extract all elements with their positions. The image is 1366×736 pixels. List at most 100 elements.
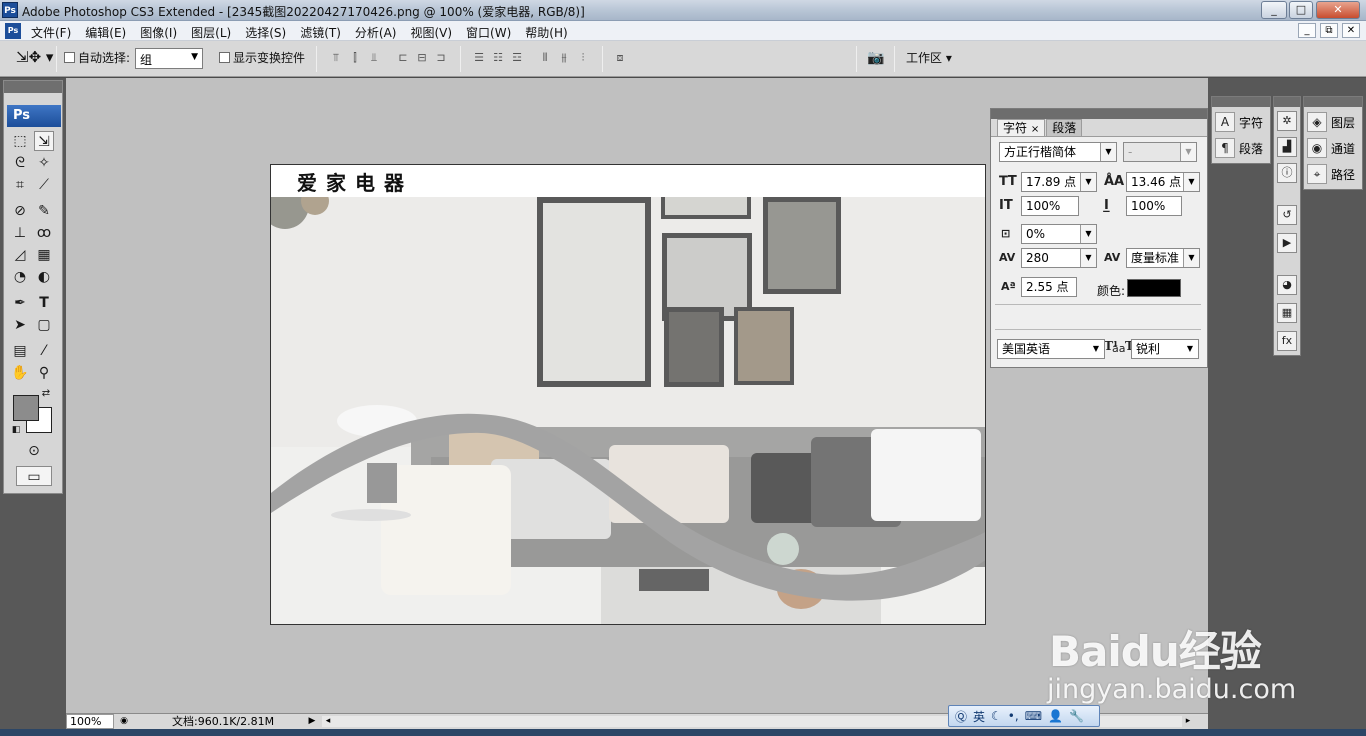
info-icon[interactable]: ⓘ — [1277, 163, 1297, 183]
bridge-icon[interactable]: 📷 — [864, 51, 888, 65]
keyboard-icon[interactable]: ⌨ — [1025, 709, 1042, 723]
auto-select-checkbox[interactable] — [64, 52, 75, 63]
align-hcenter-icon[interactable]: ⊟ — [415, 51, 429, 65]
history-icon[interactable]: ↺ — [1277, 205, 1297, 225]
move-tool-icon[interactable]: ⇲ — [34, 131, 54, 151]
document-canvas[interactable]: 爱家电器 — [270, 164, 986, 625]
shape-tool-icon[interactable]: ▢ — [34, 315, 54, 335]
dodge-tool-icon[interactable]: ◐ — [34, 267, 54, 287]
blur-tool-icon[interactable]: ◔ — [10, 267, 30, 287]
toolbox-grip[interactable] — [4, 81, 62, 93]
dock-paragraph-item[interactable]: ¶ 段落 — [1215, 137, 1263, 159]
move-tool-preset-icon[interactable]: ⇲✥ ▾ — [16, 48, 53, 66]
dock-layers-item[interactable]: ◈ 图层 — [1307, 111, 1355, 133]
text-color-swatch[interactable] — [1127, 279, 1181, 297]
menu-layer[interactable]: 图层(L) — [184, 24, 238, 41]
lasso-tool-icon[interactable]: ᘓ — [10, 153, 30, 173]
user-icon[interactable]: 👤 — [1048, 709, 1063, 723]
path-selection-tool-icon[interactable]: ➤ — [10, 315, 30, 335]
doc-minimize-button[interactable]: _ — [1298, 23, 1316, 38]
zoom-level-field[interactable]: 100% — [66, 714, 114, 729]
menu-view[interactable]: 视图(V) — [403, 24, 459, 41]
tab-paragraph[interactable]: 段落 — [1046, 119, 1083, 136]
document-icon[interactable]: Ps — [5, 23, 21, 39]
gradient-tool-icon[interactable]: ▦ — [34, 245, 54, 265]
menu-image[interactable]: 图像(I) — [133, 24, 184, 41]
menu-analysis[interactable]: 分析(A) — [348, 24, 404, 41]
workspace-menu[interactable]: 工作区 ▾ — [906, 49, 952, 66]
histogram-icon[interactable]: ▟ — [1277, 137, 1297, 157]
antialias-dropdown[interactable]: 锐利 ▼ — [1131, 339, 1199, 359]
ime-mode-label[interactable]: 英 — [973, 708, 985, 725]
brush-tool-icon[interactable]: ✎ — [34, 201, 54, 221]
crop-tool-icon[interactable]: ⌗ — [10, 175, 30, 195]
eraser-tool-icon[interactable]: ◿ — [10, 245, 30, 265]
foreground-color-swatch-top[interactable] — [13, 395, 39, 421]
slice-tool-icon[interactable]: ⟋ — [34, 175, 54, 195]
ps-logo-badge[interactable]: Ps — [7, 105, 61, 127]
vertical-scale-field[interactable]: 100% — [1021, 196, 1079, 216]
auto-align-icon[interactable]: ⧈ — [613, 51, 627, 65]
zoom-tool-icon[interactable]: ⚲ — [34, 363, 54, 383]
distribute-top-icon[interactable]: ☰ — [472, 51, 486, 65]
moon-icon[interactable]: ☾ — [991, 709, 1002, 723]
scroll-left-icon[interactable]: ◂ — [322, 715, 334, 728]
close-tab-icon[interactable]: × — [1031, 124, 1039, 135]
screen-mode-icon[interactable]: ▭ — [16, 466, 52, 486]
color-icon[interactable]: ◕ — [1277, 275, 1297, 295]
styles-icon[interactable]: fx — [1277, 331, 1297, 351]
type-tool-icon[interactable]: T — [34, 293, 54, 313]
dock-paths-item[interactable]: ⌖ 路径 — [1307, 163, 1355, 185]
menu-help[interactable]: 帮助(H) — [518, 24, 574, 41]
align-top-icon[interactable]: ⫪ — [329, 51, 343, 65]
close-button[interactable]: ✕ — [1316, 1, 1360, 19]
swatches-icon[interactable]: ▦ — [1277, 303, 1297, 323]
align-left-icon[interactable]: ⊏ — [396, 51, 410, 65]
minimize-button[interactable]: _ — [1261, 1, 1287, 19]
default-colors-icon[interactable]: ◧ — [9, 423, 23, 437]
distribute-right-icon[interactable]: ⫶ — [576, 51, 590, 65]
history-brush-tool-icon[interactable]: ꝏ — [34, 223, 54, 243]
actions-icon[interactable]: ▶ — [1277, 233, 1297, 253]
font-size-field[interactable]: 17.89 点 ▼ — [1021, 172, 1097, 192]
tsume-field[interactable]: 0% ▼ — [1021, 224, 1097, 244]
hand-tool-icon[interactable]: ✋ — [10, 363, 30, 383]
align-right-icon[interactable]: ⊐ — [434, 51, 448, 65]
ime-logo-icon[interactable]: Ⓠ — [955, 708, 967, 725]
healing-brush-tool-icon[interactable]: ⊘ — [10, 201, 30, 221]
menu-filter[interactable]: 滤镜(T) — [293, 24, 348, 41]
show-transform-option[interactable]: 显示变换控件 — [219, 49, 305, 66]
punctuation-icon[interactable]: •, — [1008, 709, 1019, 723]
marquee-tool-icon[interactable]: ⬚ — [10, 131, 30, 151]
dock-character-item[interactable]: A 字符 — [1215, 111, 1263, 133]
language-dropdown[interactable]: 美国英语 ▼ — [997, 339, 1105, 359]
tracking-field[interactable]: 280 ▼ — [1021, 248, 1097, 268]
maximize-button[interactable]: □ — [1289, 1, 1313, 19]
font-style-dropdown[interactable]: - ▼ — [1123, 142, 1197, 162]
swap-colors-icon[interactable]: ⇄ — [39, 387, 53, 401]
align-vcenter-icon[interactable]: ⫿ — [348, 51, 362, 65]
doc-restore-button[interactable]: ⧉ — [1320, 23, 1338, 38]
status-options-icon[interactable]: ◉ — [118, 715, 130, 728]
notes-tool-icon[interactable]: ▤ — [10, 341, 30, 361]
magic-wand-tool-icon[interactable]: ✧ — [34, 153, 54, 173]
wrench-icon[interactable]: 🔧 — [1069, 709, 1084, 723]
leading-field[interactable]: 13.46 点 ▼ — [1126, 172, 1200, 192]
pen-tool-icon[interactable]: ✒ — [10, 293, 30, 313]
tab-character[interactable]: 字符 × — [997, 119, 1046, 136]
align-bottom-icon[interactable]: ⫫ — [367, 51, 381, 65]
horizontal-scale-field[interactable]: 100% — [1126, 196, 1182, 216]
menu-window[interactable]: 窗口(W) — [459, 24, 518, 41]
baseline-shift-field[interactable]: 2.55 点 — [1021, 277, 1077, 297]
auto-select-dropdown[interactable]: 组 ▼ — [135, 48, 203, 69]
distribute-vcenter-icon[interactable]: ☷ — [491, 51, 505, 65]
distribute-bottom-icon[interactable]: ☲ — [510, 51, 524, 65]
scroll-right-icon[interactable]: ▸ — [1182, 715, 1194, 728]
distribute-hcenter-icon[interactable]: ⫵ — [557, 51, 571, 65]
show-transform-checkbox[interactable] — [219, 52, 230, 63]
doc-close-button[interactable]: ✕ — [1342, 23, 1360, 38]
kerning-field[interactable]: 度量标准 ▼ — [1126, 248, 1200, 268]
clone-stamp-tool-icon[interactable]: ⊥ — [10, 223, 30, 243]
eyedropper-tool-icon[interactable]: ⁄ — [34, 341, 54, 361]
quick-mask-icon[interactable]: ⊙ — [24, 441, 44, 461]
